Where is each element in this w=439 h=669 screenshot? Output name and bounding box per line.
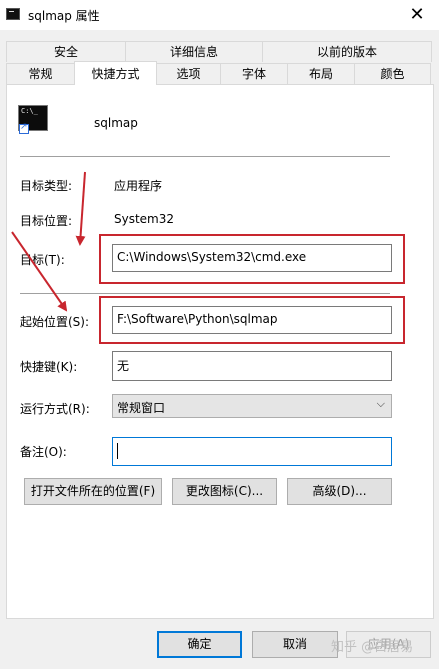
- arrow-to-start-in-icon: [11, 231, 68, 312]
- tab-shortcut[interactable]: 快捷方式: [74, 61, 157, 85]
- watermark: 知乎 @白居易: [331, 640, 414, 655]
- ok-button[interactable]: 确定: [157, 631, 242, 658]
- cancel-button[interactable]: 取消: [252, 631, 338, 658]
- arrow-to-target-icon: [75, 171, 86, 246]
- annotation-arrows: [11, 171, 86, 312]
